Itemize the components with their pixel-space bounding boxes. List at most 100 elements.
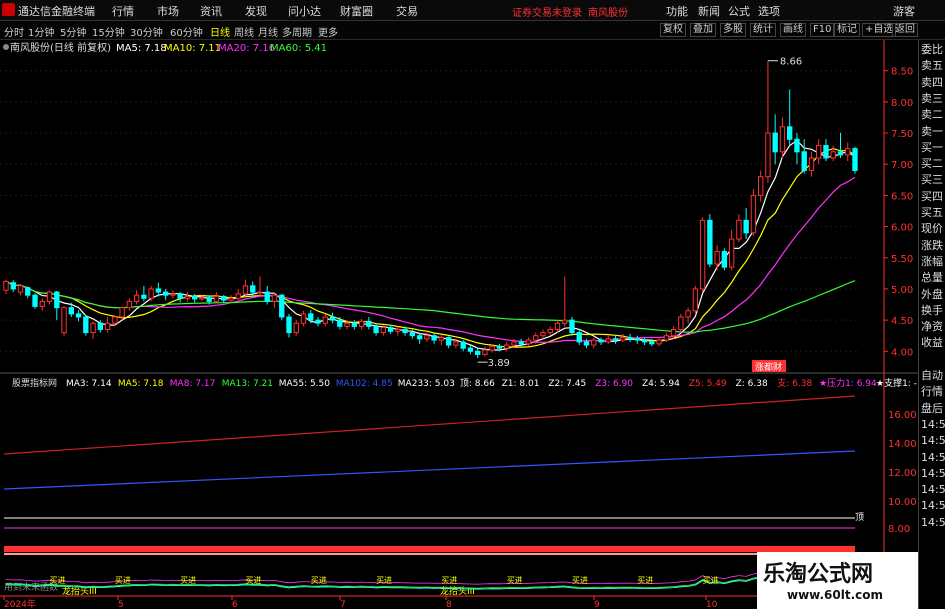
right-info-label[interactable]: 14:50 (921, 451, 945, 464)
period-item[interactable]: 5分钟 (60, 24, 86, 39)
menu-item[interactable]: 市场 (157, 3, 179, 19)
period-item[interactable]: 30分钟 (130, 24, 163, 39)
stock-name: 南风股份 (588, 8, 628, 19)
tool-button[interactable]: 统计 (750, 23, 776, 37)
candle-body (533, 335, 539, 341)
right-info-label[interactable]: 现价 (921, 223, 943, 235)
candle-body (148, 288, 154, 299)
right-info-label[interactable]: 总量 (921, 272, 943, 284)
sub-legend-item: Z1: 8.01 (502, 379, 540, 389)
x-tick-label: 8 (446, 600, 452, 609)
right-info-label[interactable]: 14:50 (921, 435, 945, 447)
menu-item[interactable]: 财富圈 (340, 3, 373, 19)
candle-body (547, 328, 553, 334)
dragon-label: 龙抬头III (440, 585, 475, 597)
sub-legend-item: MA13: 7.21 (222, 379, 273, 389)
right-info-label[interactable]: 买一 (921, 141, 943, 154)
right-info-label[interactable]: 买三 (921, 174, 943, 186)
candle-body (32, 294, 38, 307)
period-item[interactable]: 60分钟 (170, 24, 203, 39)
kline-chart[interactable]: 南风股份(日线 前复权) MA5: 7.18 MA10: 7.11 MA20: … (0, 40, 918, 609)
candle-body (380, 327, 387, 334)
right-info-label[interactable]: 盘后 (921, 402, 943, 415)
tool-button[interactable]: F10 (810, 23, 835, 37)
right-info-label[interactable]: 涨幅 (921, 255, 943, 268)
tool-button[interactable]: 返回 (892, 23, 918, 37)
menu-item[interactable]: 公式 (728, 3, 750, 19)
candle-body (743, 219, 749, 234)
right-info-label[interactable]: 委比 (921, 44, 943, 56)
right-info-label[interactable]: 14:50 (921, 484, 945, 496)
login-notice[interactable]: 证券交易未登录 (512, 4, 582, 19)
buy-signal-label: 买进 (180, 576, 196, 585)
sub-legend-item: Z5: 5.49 (689, 379, 727, 389)
right-info-label[interactable]: 卖二 (921, 109, 943, 121)
menu-item[interactable]: 资讯 (200, 3, 222, 19)
candle-body (104, 322, 111, 330)
right-info-column: 委比卖五卖四卖三卖二卖一买一买二买三买四买五现价涨跌涨幅总量外盘换手净资收益自动… (918, 40, 945, 609)
right-info-label[interactable]: 卖五 (921, 60, 943, 72)
menu-item[interactable]: 选项 (758, 3, 780, 19)
period-item[interactable]: 更多 (318, 24, 338, 39)
period-item[interactable]: 1分钟 (28, 24, 54, 39)
menu-item[interactable]: 发现 (245, 3, 267, 19)
right-info-label[interactable]: 买四 (921, 190, 943, 203)
right-info-label[interactable]: 买五 (921, 207, 943, 219)
period-item[interactable]: 15分钟 (92, 24, 125, 39)
menu-item[interactable]: 问小达 (288, 3, 321, 19)
moving-averages (5, 139, 856, 351)
candle-body (482, 349, 488, 355)
menu-item[interactable]: 行情 (112, 3, 134, 19)
period-item[interactable]: 多周期 (282, 24, 312, 39)
sub-legend-item: ★支撑1: - (876, 377, 917, 389)
right-info-label[interactable]: 涨跌 (921, 239, 943, 252)
candle-body (395, 328, 401, 332)
candle-body (10, 282, 16, 290)
menu-item[interactable]: 交易 (396, 3, 418, 19)
tool-button[interactable]: 标记 (834, 23, 860, 37)
candle-body (221, 295, 227, 301)
right-info-label[interactable]: 外盘 (921, 288, 943, 301)
right-info-label[interactable]: 买二 (921, 158, 943, 170)
candle-body (569, 319, 575, 334)
legend-gear-icon[interactable] (3, 44, 9, 50)
menu-bar: 通达信金融终端 行情 市场 资讯 发现 问小达 财富圈 交易 证券交易未登录 南… (0, 0, 945, 21)
period-item[interactable]: 分时 (4, 24, 24, 39)
right-info-label[interactable]: 自动 (921, 370, 943, 382)
right-info-label[interactable]: 行情 (921, 386, 943, 398)
ma20-line (5, 176, 856, 343)
period-item[interactable]: 月线 (258, 24, 278, 39)
right-info-label[interactable]: 14:50 (921, 467, 945, 480)
right-info-label[interactable]: 14:50 (921, 418, 945, 431)
candle-body (837, 151, 844, 156)
tool-button[interactable]: 叠加 (690, 23, 716, 37)
right-info-label[interactable]: 卖四 (921, 76, 943, 89)
candle-body (750, 194, 757, 234)
tool-button[interactable]: 复权 (660, 23, 686, 37)
x-tick-label: 2024年 (4, 598, 36, 609)
sub-legend-item: ★压力1: 6.94 (819, 377, 877, 389)
menu-item[interactable]: 功能 (666, 3, 688, 19)
guest-label[interactable]: 游客 (893, 3, 915, 19)
candle-body (97, 322, 104, 330)
period-item-active[interactable]: 日线 (210, 24, 230, 39)
right-info-label[interactable]: 卖三 (921, 92, 943, 105)
right-info-label[interactable]: 14:50 (921, 500, 945, 512)
candle-body (678, 316, 684, 330)
candle-body (279, 294, 285, 318)
sub-y-tick-label: 10.00 (888, 497, 917, 508)
period-item[interactable]: 周线 (234, 24, 254, 39)
candle-body (90, 322, 96, 334)
right-info-label[interactable]: 收益 (921, 337, 943, 349)
candle-body (772, 132, 778, 153)
sub-legend-item: Z3: 6.90 (595, 379, 633, 389)
tool-button[interactable]: 画线 (780, 23, 806, 37)
right-info-label[interactable]: 换手 (921, 304, 943, 317)
right-info-label[interactable]: 卖一 (921, 125, 943, 138)
right-info-label[interactable]: 14:50 (921, 516, 945, 529)
right-info-label[interactable]: 净资 (921, 321, 943, 333)
candle-body (540, 332, 546, 337)
menu-item[interactable]: 新闻 (698, 3, 720, 19)
candle-body (453, 341, 459, 346)
tool-button[interactable]: 多股 (720, 23, 746, 37)
